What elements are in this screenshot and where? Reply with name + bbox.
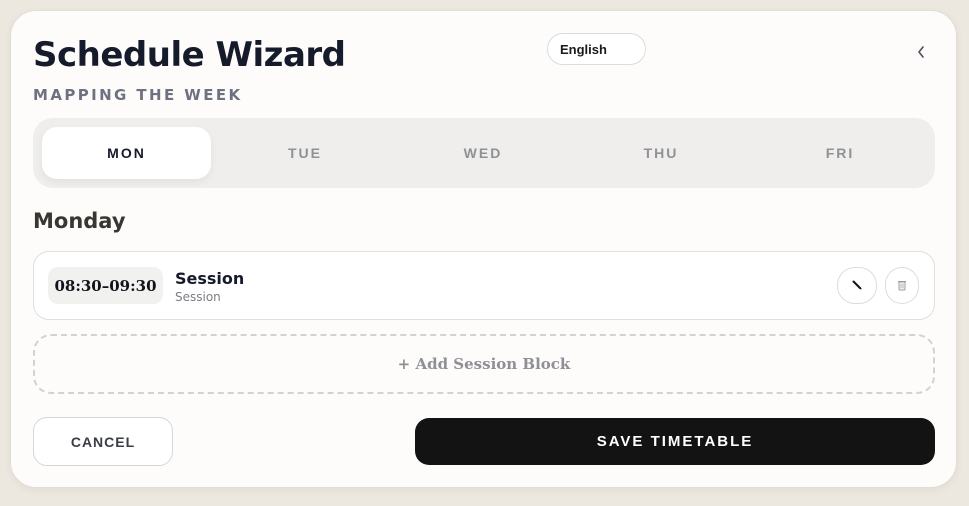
- schedule-wizard-card: Schedule Wizard MAPPING THE WEEK English…: [10, 10, 957, 488]
- tab-wed[interactable]: WED: [399, 127, 567, 179]
- tab-mon[interactable]: MON: [42, 127, 211, 179]
- session-subtitle: Session: [175, 290, 221, 304]
- language-select[interactable]: English: [547, 33, 646, 65]
- language-select-value: English: [560, 41, 607, 57]
- delete-session-button[interactable]: [885, 267, 919, 304]
- day-heading: Monday: [33, 209, 126, 233]
- session-title: Session: [175, 269, 245, 288]
- save-timetable-button[interactable]: SAVE TIMETABLE: [415, 418, 935, 465]
- pencil-icon: [851, 276, 863, 295]
- edit-session-button[interactable]: [837, 267, 877, 304]
- session-row: 08:30–09:30 Session Session: [33, 251, 935, 320]
- back-button[interactable]: [909, 39, 933, 65]
- tab-fri[interactable]: FRI: [756, 127, 924, 179]
- add-session-block-button[interactable]: + Add Session Block: [33, 334, 935, 394]
- day-tabs: MON TUE WED THU FRI: [33, 118, 935, 188]
- cancel-button[interactable]: CANCEL: [33, 417, 173, 466]
- page-title: Schedule Wizard: [33, 35, 346, 75]
- tab-tue[interactable]: TUE: [221, 127, 389, 179]
- tab-thu[interactable]: THU: [577, 127, 745, 179]
- session-time: 08:30–09:30: [48, 267, 163, 304]
- chevron-left-icon: [916, 40, 926, 64]
- trash-icon: [897, 276, 907, 295]
- page-subtitle: MAPPING THE WEEK: [33, 86, 243, 104]
